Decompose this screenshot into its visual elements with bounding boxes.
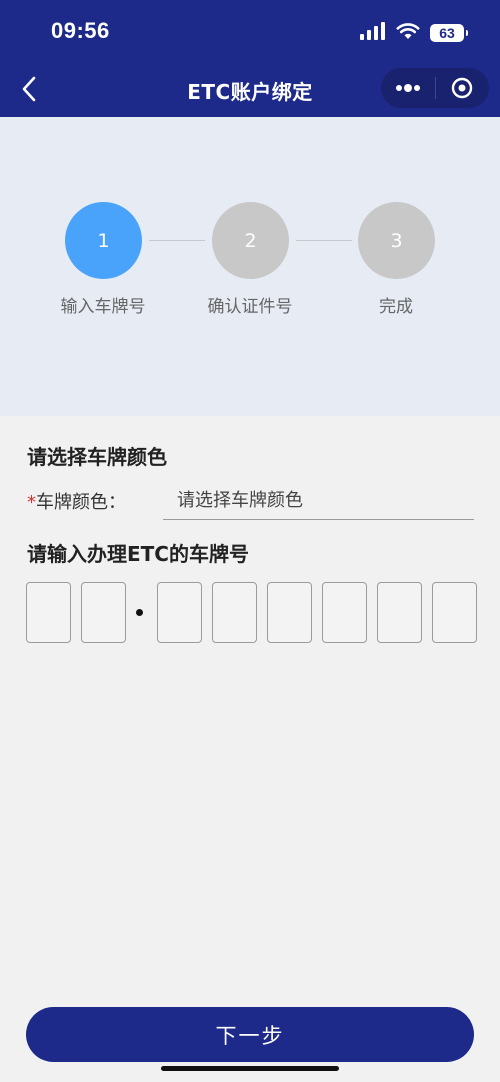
more-button[interactable] [381, 68, 435, 108]
more-dots-icon [395, 84, 420, 92]
plate-char-input-7[interactable] [377, 582, 422, 643]
step-1-label: 输入车牌号 [60, 297, 146, 317]
next-step-button[interactable]: 下一步 [26, 1007, 474, 1062]
status-time: 09:56 [51, 18, 110, 43]
plate-color-select[interactable]: 请选择车牌颜色 [163, 486, 474, 520]
plate-char-input-5[interactable] [267, 582, 312, 643]
plate-char-input-6[interactable] [322, 582, 367, 643]
nav-header: 09:56 63 ETC账户绑定 [0, 0, 500, 117]
target-circle-icon [452, 77, 473, 99]
plate-char-input-1[interactable] [26, 582, 71, 643]
step-1-circle: 1 [65, 202, 142, 279]
plate-char-input-2[interactable] [81, 582, 126, 643]
plate-char-input-3[interactable] [157, 582, 202, 643]
plate-char-input-4[interactable] [212, 582, 257, 643]
signal-icon [360, 22, 386, 44]
home-indicator [161, 1066, 339, 1071]
step-2-circle: 2 [212, 202, 289, 279]
plate-number-section-title: 请输入办理ETC的车牌号 [27, 542, 249, 566]
step-3-circle: 3 [358, 202, 435, 279]
close-mini-program-button[interactable] [436, 68, 490, 108]
mini-program-capsule [381, 68, 489, 108]
step-connector [149, 240, 205, 241]
required-mark: * [27, 492, 36, 513]
plate-color-section-title: 请选择车牌颜色 [27, 445, 167, 469]
status-icons: 63 [360, 22, 468, 44]
plate-separator-dot [136, 609, 143, 616]
wifi-icon [396, 22, 420, 44]
plate-char-input-8[interactable] [432, 582, 477, 643]
battery-icon: 63 [430, 24, 468, 42]
plate-color-label: *车牌颜色： [27, 488, 126, 514]
plate-color-label-text: 车牌颜色： [36, 492, 126, 513]
step-connector [296, 240, 352, 241]
step-3-label: 完成 [379, 297, 413, 317]
step-2-label: 确认证件号 [207, 297, 293, 317]
